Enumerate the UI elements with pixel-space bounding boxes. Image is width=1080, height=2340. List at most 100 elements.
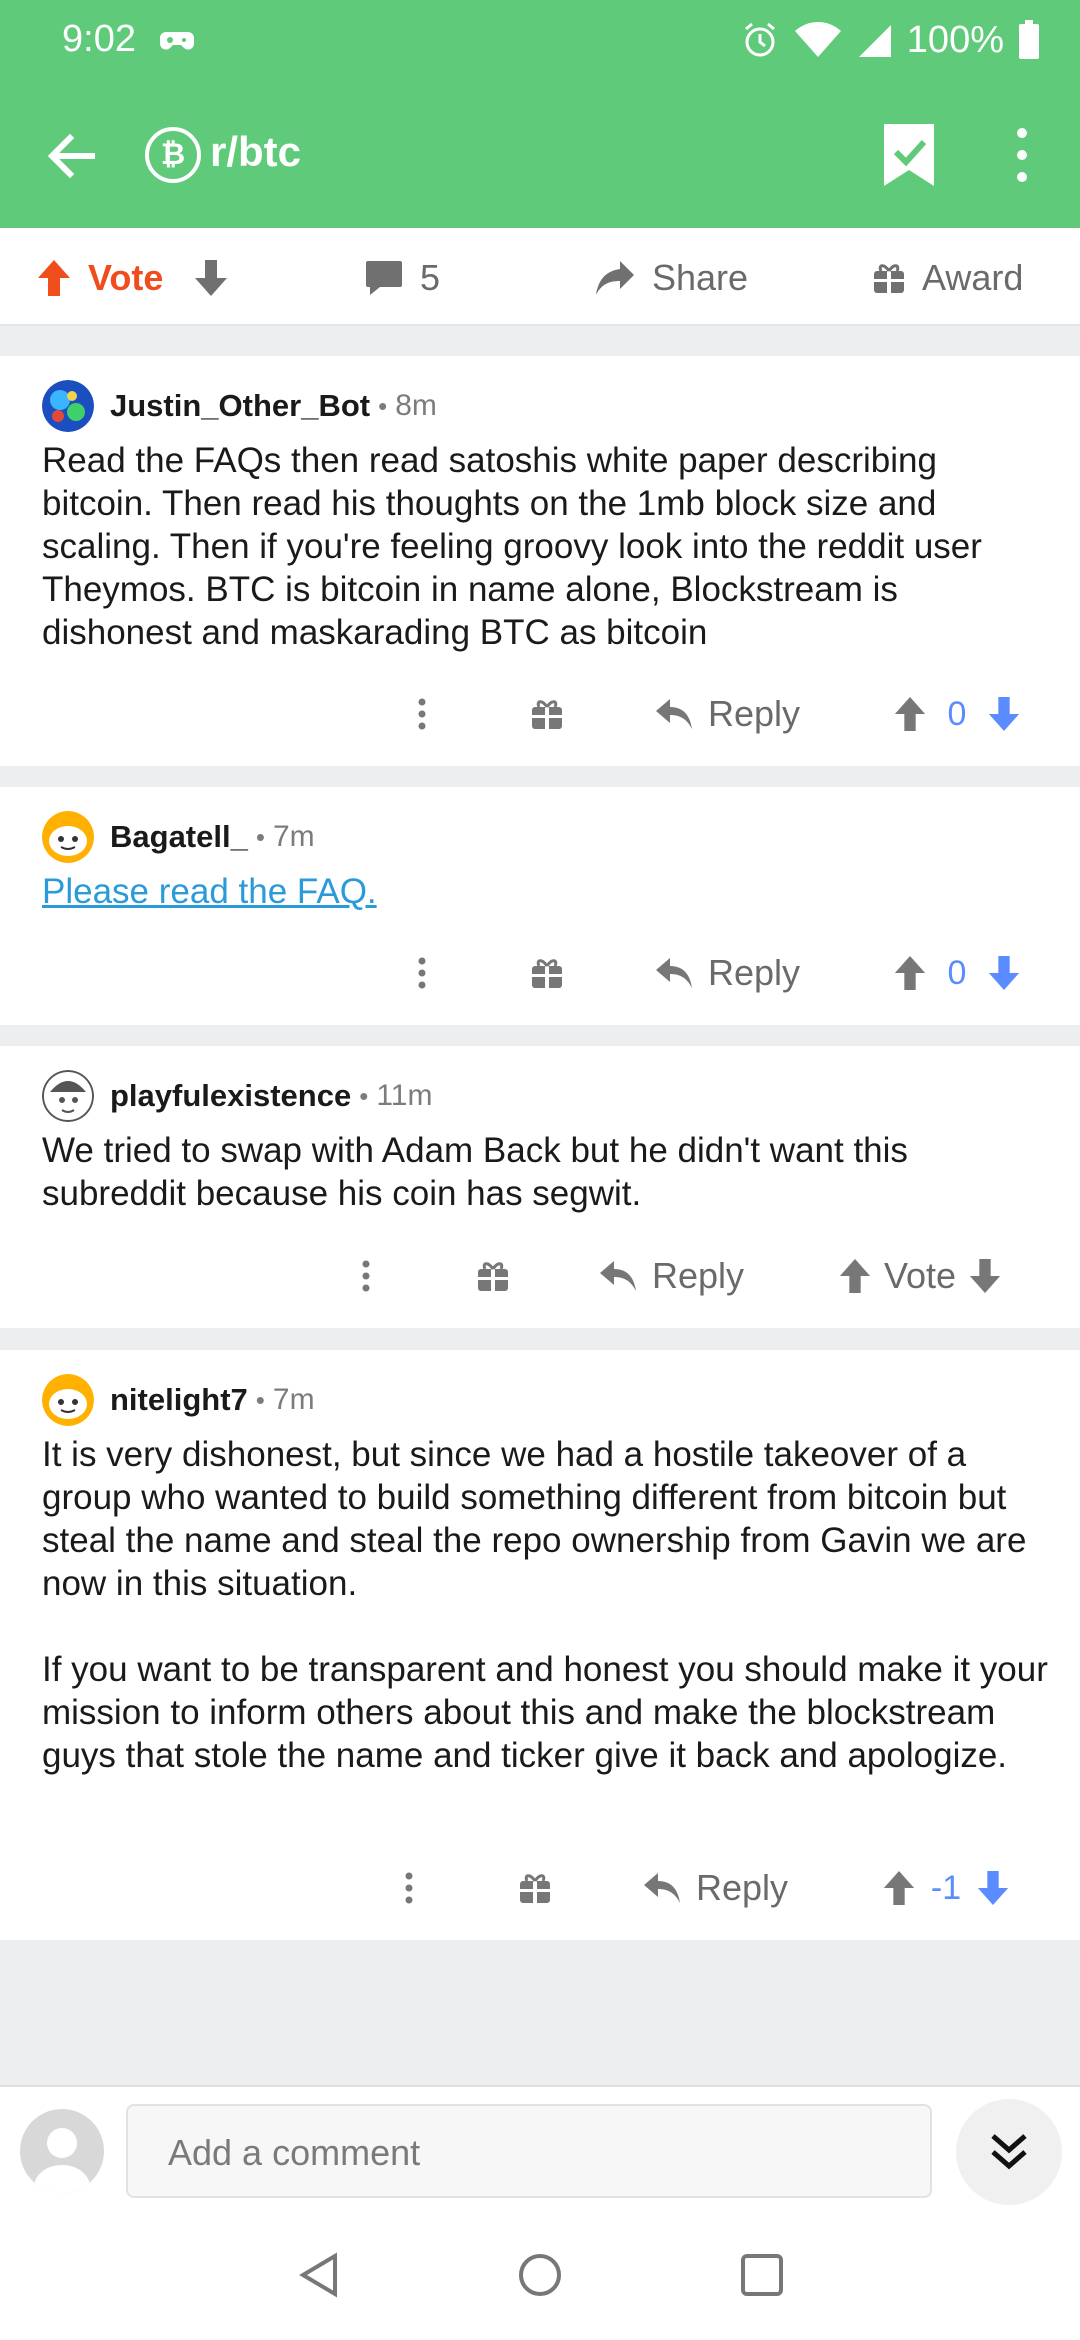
back-arrow-icon[interactable]: [40, 124, 104, 188]
downvote-arrow-icon[interactable]: [987, 954, 1021, 992]
status-right: 100%: [741, 16, 1040, 64]
post-share-button[interactable]: Share: [594, 250, 748, 306]
post-vote: Vote: [36, 250, 229, 306]
comment-more-button[interactable]: [351, 1246, 381, 1306]
add-comment-input[interactable]: Add a comment: [126, 2104, 932, 2198]
gift-icon: [478, 1262, 508, 1291]
comment-paragraph: It is very dishonest, but since we had a…: [42, 1435, 1027, 1603]
comment-award-button[interactable]: [518, 1858, 552, 1918]
comment-score: -1: [930, 1868, 962, 1907]
post-vote-label: Vote: [88, 257, 164, 298]
reply-label: Reply: [708, 693, 801, 734]
reply-button[interactable]: Reply: [642, 1858, 788, 1918]
subreddit-title[interactable]: r/btc: [210, 128, 301, 176]
empty-area: [0, 1940, 1080, 2085]
reply-label: Reply: [652, 1255, 745, 1296]
comment-author[interactable]: playfulexistence: [110, 1078, 351, 1114]
comment-vote: -1: [882, 1858, 1010, 1918]
comment-author[interactable]: nitelight7: [110, 1382, 248, 1418]
faq-link[interactable]: Please read the FAQ.: [42, 872, 377, 911]
separator-dot: •: [378, 390, 388, 421]
post-award-label: Award: [922, 257, 1024, 298]
comment-vote: Vote: [838, 1246, 1002, 1306]
post-award-button[interactable]: Award: [872, 250, 1023, 306]
reply-arrow-icon: [656, 958, 692, 988]
more-vertical-icon: [418, 957, 426, 989]
comment-paragraph: Read the FAQs then read satoshis white p…: [42, 441, 982, 652]
comment-vote: 0: [893, 943, 1021, 1003]
comment-card: playfulexistence • 11m We tried to swap …: [0, 1046, 1080, 1328]
gift-icon: [520, 1874, 550, 1903]
alarm-icon: [744, 22, 775, 57]
downvote-arrow-icon[interactable]: [976, 1869, 1010, 1907]
downvote-arrow-icon[interactable]: [987, 695, 1021, 733]
app-bar: ₿ r/btc: [0, 100, 1080, 210]
upvote-arrow-icon[interactable]: [838, 1257, 872, 1295]
upvote-arrow-icon[interactable]: [882, 1869, 916, 1907]
comment-actions: Reply Vote: [0, 1246, 1080, 1306]
comment-card: nitelight7 • 7m It is very dishonest, bu…: [0, 1350, 1080, 1940]
gift-icon: [532, 700, 562, 729]
comment-actions: Reply 0: [0, 943, 1080, 1003]
comment-score: 0: [947, 953, 967, 992]
comment-bubble-icon: [366, 261, 402, 295]
comment-body: Read the FAQs then read satoshis white p…: [42, 439, 1052, 654]
comment-header: Justin_Other_Bot • 8m: [42, 378, 437, 434]
reply-arrow-icon: [656, 699, 692, 729]
comment-age: 7m: [272, 820, 315, 853]
nav-recents-icon[interactable]: [737, 2250, 787, 2300]
comment-award-button[interactable]: [530, 943, 564, 1003]
upvote-arrow-icon[interactable]: [893, 954, 927, 992]
comment-more-button[interactable]: [407, 684, 437, 744]
comment-vote-label: Vote: [884, 1255, 957, 1296]
upvote-arrow-icon[interactable]: [893, 695, 927, 733]
user-avatar[interactable]: [42, 1374, 94, 1426]
reply-label: Reply: [696, 1867, 789, 1908]
my-avatar: [20, 2109, 104, 2193]
comment-author[interactable]: Bagatell_: [110, 819, 248, 855]
comment-score: 0: [947, 694, 967, 733]
nav-back-icon[interactable]: [295, 2250, 345, 2300]
comment-more-button[interactable]: [394, 1858, 424, 1918]
user-avatar[interactable]: [42, 380, 94, 432]
double-chevron-down-icon: [991, 2134, 1027, 2170]
upvote-arrow-icon[interactable]: [36, 258, 72, 298]
comment-header: nitelight7 • 7m: [42, 1372, 315, 1428]
user-avatar[interactable]: [42, 1070, 94, 1122]
share-arrow-icon: [596, 261, 634, 295]
user-silhouette-icon: [34, 2128, 90, 2193]
reply-button[interactable]: Reply: [598, 1246, 744, 1306]
collapse-button[interactable]: [956, 2099, 1062, 2205]
downvote-arrow-icon[interactable]: [193, 258, 229, 298]
post-share-label: Share: [652, 257, 749, 298]
comment-age: 8m: [395, 389, 437, 422]
separator-dot: •: [255, 821, 265, 852]
comment-body: It is very dishonest, but since we had a…: [42, 1433, 1052, 1777]
signal-icon: [858, 25, 891, 57]
comment-card: Justin_Other_Bot • 8m Read the FAQs then…: [0, 356, 1080, 766]
nav-home-icon[interactable]: [515, 2250, 565, 2300]
post-comments-count: 5: [420, 257, 441, 298]
gift-icon: [532, 959, 562, 988]
post-comments-button[interactable]: 5: [364, 250, 440, 306]
battery-icon: [1019, 20, 1039, 59]
more-vertical-icon: [418, 698, 426, 730]
comment-author[interactable]: Justin_Other_Bot: [110, 388, 370, 424]
post-action-bar: Vote 5 Share Award: [0, 228, 1080, 326]
bookmark-check-icon[interactable]: [880, 122, 938, 188]
comment-award-button[interactable]: [530, 684, 564, 744]
downvote-arrow-icon[interactable]: [968, 1257, 1002, 1295]
more-options-icon[interactable]: [1005, 125, 1039, 185]
more-vertical-icon: [405, 1872, 413, 1904]
comment-award-button[interactable]: [476, 1246, 510, 1306]
user-avatar[interactable]: [42, 811, 94, 863]
reply-arrow-icon: [600, 1261, 636, 1291]
comment-paragraph: If you want to be transparent and honest…: [42, 1650, 1048, 1775]
reply-arrow-icon: [644, 1873, 680, 1903]
reply-button[interactable]: Reply: [654, 684, 800, 744]
system-nav-bar: [0, 2210, 1080, 2340]
reply-button[interactable]: Reply: [654, 943, 800, 1003]
comment-more-button[interactable]: [407, 943, 437, 1003]
separator-dot: •: [255, 1384, 265, 1415]
status-bar: 9:02 100%: [0, 0, 1080, 80]
